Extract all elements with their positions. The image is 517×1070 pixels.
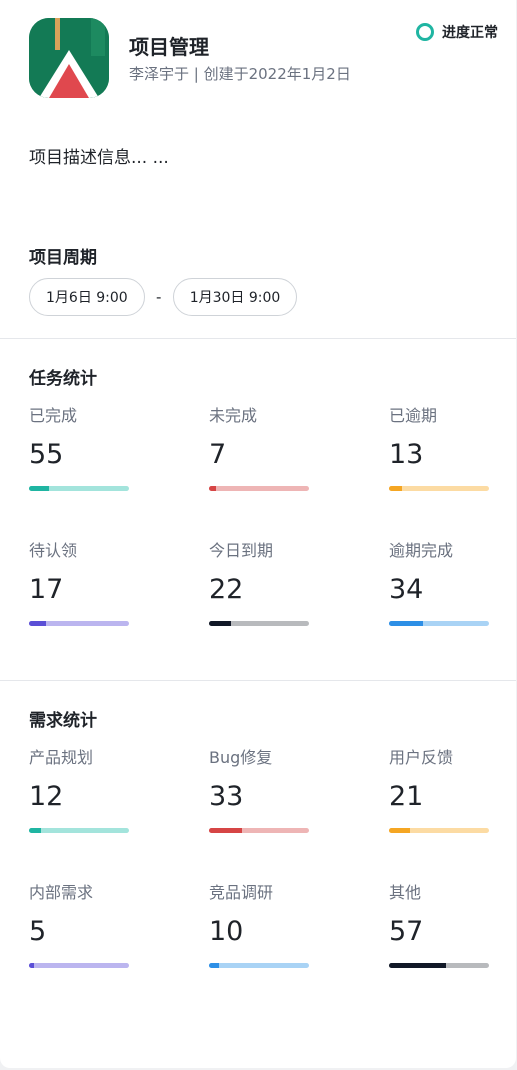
task-stat-overdue[interactable]: 已逾期 13 xyxy=(389,402,489,491)
task-stat-incomplete[interactable]: 未完成 7 xyxy=(209,402,309,491)
stat-progress-bar xyxy=(389,621,489,626)
project-description: 项目描述信息... ... xyxy=(29,148,169,168)
req-stat-internal[interactable]: 内部需求 5 xyxy=(29,879,129,968)
stat-label: 已逾期 xyxy=(389,406,438,425)
stat-progress-fill xyxy=(29,486,49,491)
stat-progress-fill xyxy=(389,963,446,968)
stat-label: 待认领 xyxy=(29,541,78,560)
req-stat-other[interactable]: 其他 57 xyxy=(389,879,489,968)
stat-progress-bar xyxy=(29,828,129,833)
stat-progress-fill xyxy=(209,486,216,491)
stat-progress-fill xyxy=(29,828,41,833)
stat-label: 已完成 xyxy=(29,406,78,425)
start-date-button[interactable]: 1月6日 9:00 xyxy=(29,278,145,316)
stat-progress-bar xyxy=(29,621,129,626)
stat-progress-bar xyxy=(209,963,309,968)
stat-progress-fill xyxy=(209,621,231,626)
stat-progress-bar xyxy=(29,963,129,968)
status-badge: 进度正常 xyxy=(416,22,498,42)
project-avatar xyxy=(29,18,109,98)
stat-progress-fill xyxy=(29,963,34,968)
stat-progress-fill xyxy=(389,486,402,491)
stat-progress-bar xyxy=(209,621,309,626)
stat-label: 内部需求 xyxy=(29,883,94,902)
task-stat-completed-late[interactable]: 逾期完成 34 xyxy=(389,537,489,626)
stat-progress-bar xyxy=(389,828,489,833)
task-stat-completed[interactable]: 已完成 55 xyxy=(29,402,129,491)
section-divider xyxy=(0,680,516,681)
date-separator: - xyxy=(155,288,162,306)
stat-label: Bug修复 xyxy=(209,748,273,767)
req-stat-user-feedback[interactable]: 用户反馈 21 xyxy=(389,744,489,833)
req-stat-bug-fix[interactable]: Bug修复 33 xyxy=(209,744,309,833)
status-label: 进度正常 xyxy=(442,25,498,41)
period-range: 1月6日 9:00 - 1月30日 9:00 xyxy=(29,278,298,316)
req-stat-product-planning[interactable]: 产品规划 12 xyxy=(29,744,129,833)
task-stats-title: 任务统计 xyxy=(29,369,97,389)
stat-progress-fill xyxy=(389,828,410,833)
stat-progress-fill xyxy=(29,621,46,626)
period-title: 项目周期 xyxy=(29,248,97,268)
stat-label: 未完成 xyxy=(209,406,258,425)
stat-label: 用户反馈 xyxy=(389,748,454,767)
stat-value: 22 xyxy=(209,574,244,605)
stat-value: 7 xyxy=(209,439,227,470)
project-card: 项目管理 李泽宇于 | 创建于2022年1月2日 进度正常 项目描述信息... … xyxy=(0,0,516,1068)
stat-progress-bar xyxy=(389,963,489,968)
stat-progress-fill xyxy=(209,963,219,968)
task-stat-unclaimed[interactable]: 待认领 17 xyxy=(29,537,129,626)
stat-label: 其他 xyxy=(389,883,422,902)
stat-label: 竞品调研 xyxy=(209,883,274,902)
stat-progress-fill xyxy=(209,828,242,833)
stat-value: 10 xyxy=(209,916,244,947)
stat-progress-bar xyxy=(209,486,309,491)
stat-progress-bar xyxy=(29,486,129,491)
stat-value: 21 xyxy=(389,781,424,812)
stat-value: 34 xyxy=(389,574,424,605)
section-divider xyxy=(0,338,516,339)
stat-value: 55 xyxy=(29,439,64,470)
requirement-stats-title: 需求统计 xyxy=(29,711,97,731)
stat-value: 17 xyxy=(29,574,64,605)
project-image-icon xyxy=(29,18,109,98)
status-ring-icon xyxy=(416,23,434,41)
project-meta: 李泽宇于 | 创建于2022年1月2日 xyxy=(129,65,351,83)
stat-value: 13 xyxy=(389,439,424,470)
stat-label: 产品规划 xyxy=(29,748,94,767)
req-stat-competitor-research[interactable]: 竞品调研 10 xyxy=(209,879,309,968)
stat-value: 57 xyxy=(389,916,424,947)
stat-value: 12 xyxy=(29,781,64,812)
stat-value: 33 xyxy=(209,781,244,812)
project-title: 项目管理 xyxy=(129,35,209,59)
task-stat-due-today[interactable]: 今日到期 22 xyxy=(209,537,309,626)
stat-label: 逾期完成 xyxy=(389,541,454,560)
stat-progress-bar xyxy=(209,828,309,833)
stat-progress-bar xyxy=(389,486,489,491)
stat-progress-fill xyxy=(389,621,423,626)
stat-label: 今日到期 xyxy=(209,541,274,560)
end-date-button[interactable]: 1月30日 9:00 xyxy=(172,278,298,316)
stat-value: 5 xyxy=(29,916,47,947)
